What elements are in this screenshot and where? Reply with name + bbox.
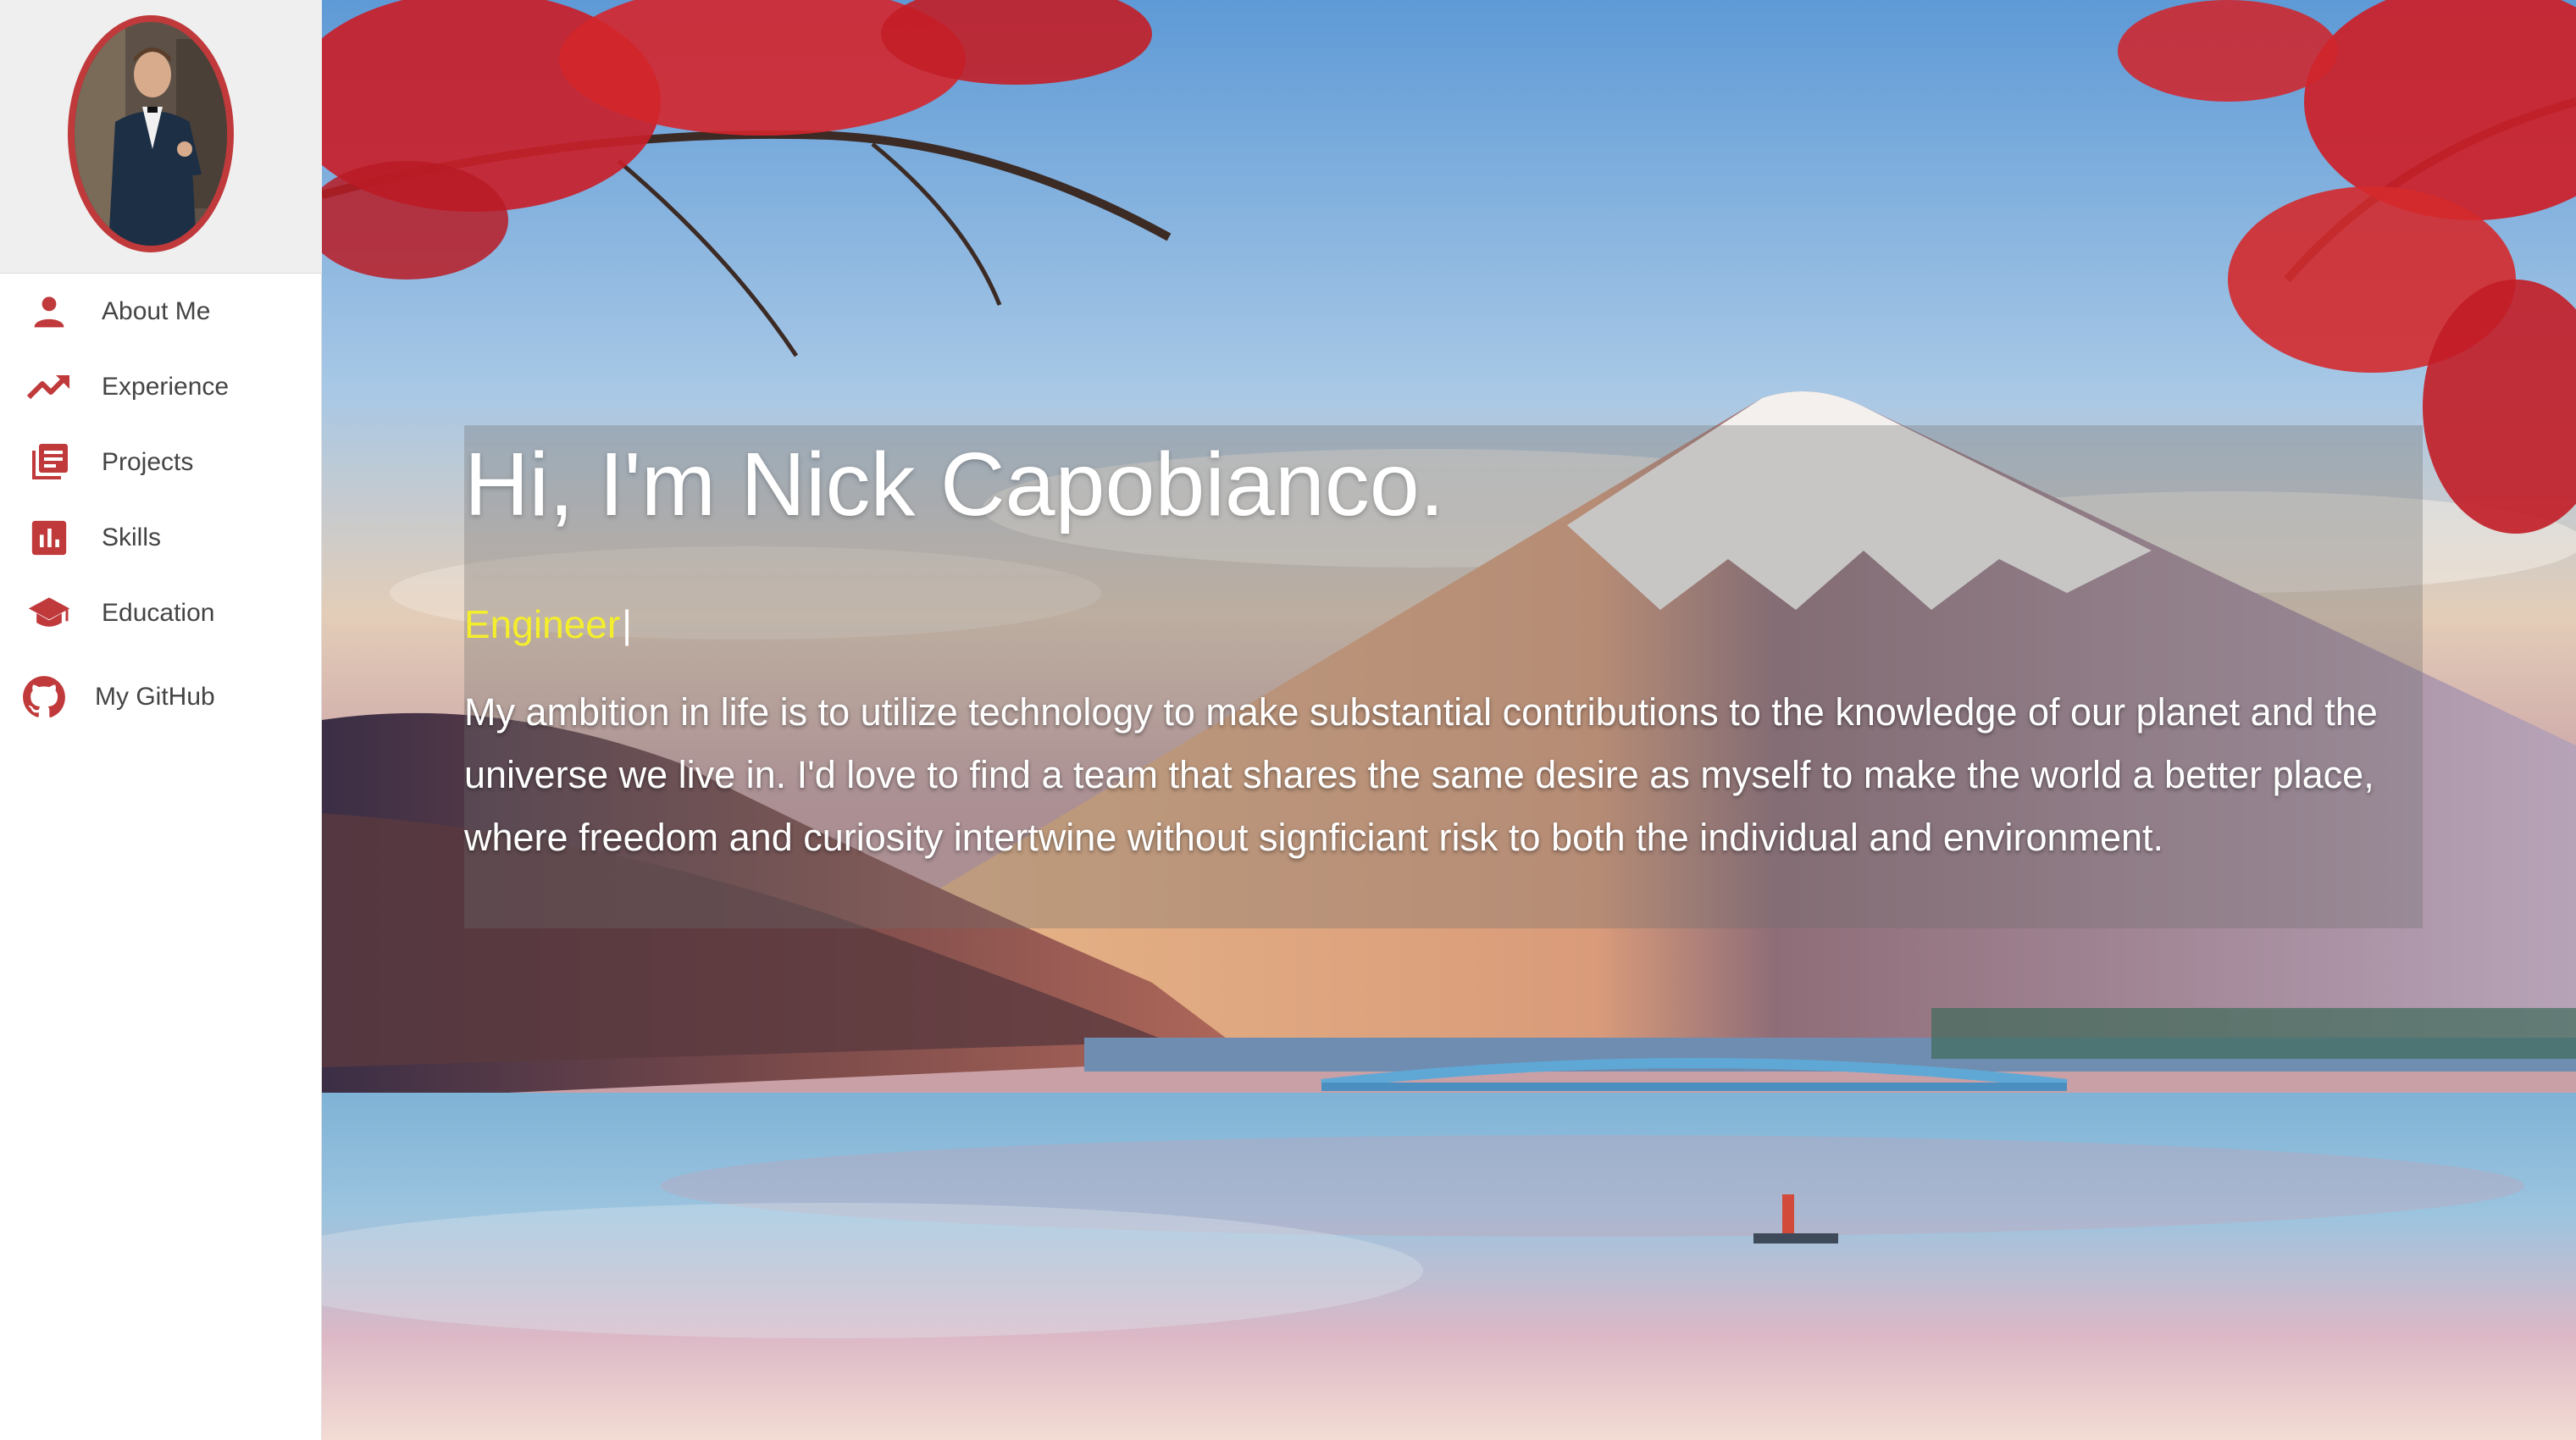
role-text: Engineer [464, 602, 621, 646]
page-title: Hi, I'm Nick Capobianco. [464, 435, 1445, 534]
sidebar-item-label: Projects [102, 447, 194, 476]
sidebar-item-label: My GitHub [95, 682, 215, 711]
sidebar-item-github[interactable]: My GitHub [0, 659, 321, 734]
avatar-panel [0, 0, 322, 274]
sidebar-item-label: Education [102, 598, 215, 627]
profile-photo-icon [75, 22, 227, 246]
bar-chart-icon [27, 516, 71, 560]
portfolio-page: About Me Experience Projects Skills Educ… [0, 0, 2576, 1440]
graduation-cap-icon [27, 591, 71, 635]
sidebar-item-skills[interactable]: Skills [0, 500, 321, 575]
typing-cursor: | [622, 602, 633, 646]
sidebar-item-label: Experience [102, 372, 230, 401]
library-books-icon [27, 440, 71, 485]
hero-section: Hi, I'm Nick Capobianco. Engineer| My am… [322, 0, 2576, 1440]
sidebar-item-about-me[interactable]: About Me [0, 274, 321, 349]
typed-role: Engineer| [464, 601, 632, 647]
sidebar-nav: About Me Experience Projects Skills Educ… [0, 274, 321, 734]
sidebar-item-experience[interactable]: Experience [0, 349, 321, 424]
sidebar-item-education[interactable]: Education [0, 575, 321, 651]
ambition-statement: My ambition in life is to utilize techno… [464, 690, 2378, 859]
sidebar-item-projects[interactable]: Projects [0, 424, 321, 500]
sidebar-item-label: Skills [102, 523, 162, 551]
sidebar-item-label: About Me [102, 296, 211, 325]
avatar [68, 15, 234, 252]
github-icon [22, 675, 66, 719]
trending-up-icon [27, 365, 71, 409]
sidebar: About Me Experience Projects Skills Educ… [0, 0, 322, 1440]
person-icon [27, 290, 71, 334]
